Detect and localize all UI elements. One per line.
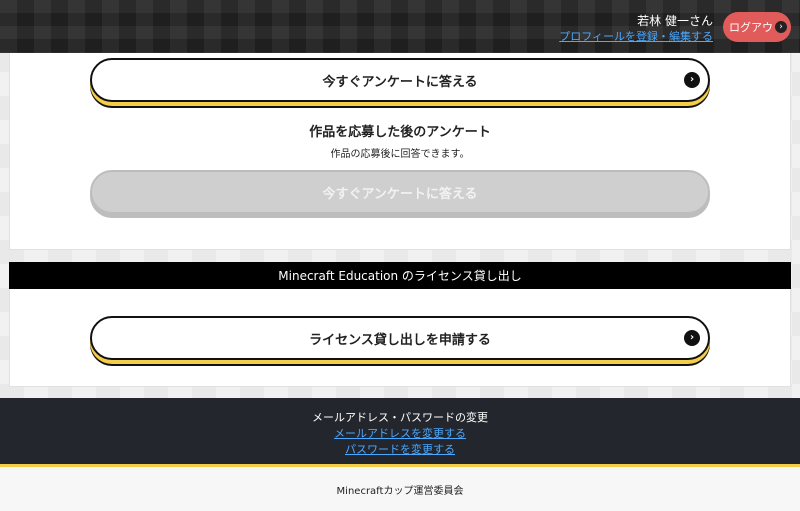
apply-license-button[interactable]: ライセンス貸し出しを申請する › <box>90 316 710 360</box>
license-section-title: Minecraft Education のライセンス貸し出し <box>278 269 522 283</box>
user-name: 若林 健一さん <box>637 14 713 28</box>
apply-license-label: ライセンス貸し出しを申請する <box>309 332 491 348</box>
change-password-link[interactable]: パスワードを変更する <box>0 441 800 457</box>
answer-survey-now-button[interactable]: 今すぐアンケートに答える › <box>90 58 710 102</box>
change-email-link[interactable]: メールアドレスを変更する <box>0 425 800 441</box>
logout-button[interactable]: ログアウト › <box>723 12 791 42</box>
account-settings: メールアドレス・パスワードの変更 メールアドレスを変更する パスワードを変更する <box>0 398 800 464</box>
post-submission-survey-title: 作品を応募した後のアンケート <box>309 125 491 140</box>
answer-survey-disabled-button: 今すぐアンケートに答える <box>90 170 710 214</box>
answer-survey-disabled-label: 今すぐアンケートに答える <box>322 186 478 202</box>
license-section-header: Minecraft Education のライセンス貸し出し <box>9 262 791 289</box>
chevron-right-icon: › <box>775 21 787 33</box>
profile-edit-link[interactable]: プロフィールを登録・編集する <box>559 28 713 44</box>
post-submission-survey-subtitle: 作品の応募後に回答できます。 <box>330 149 470 160</box>
answer-survey-now-label: 今すぐアンケートに答える <box>322 74 478 90</box>
site-footer: Minecraftカップ運営委員会 <box>0 467 800 511</box>
arrow-right-icon: › <box>684 72 700 88</box>
footer-org: Minecraftカップ運営委員会 <box>336 485 464 497</box>
arrow-right-icon: › <box>684 330 700 346</box>
site-header: 若林 健一さん プロフィールを登録・編集する ログアウト › <box>0 0 800 53</box>
account-settings-title: メールアドレス・パスワードの変更 <box>312 411 488 424</box>
